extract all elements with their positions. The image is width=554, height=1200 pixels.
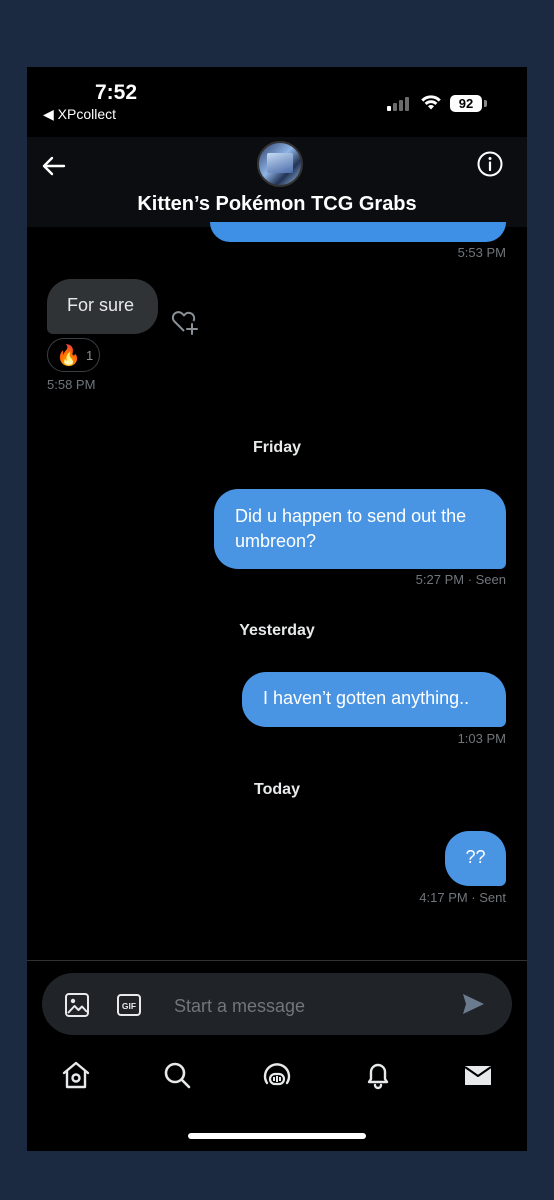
- clock: 7:52: [95, 81, 138, 104]
- message-timestamp: 1:03 PM: [457, 731, 506, 746]
- reaction-count: 1: [86, 348, 94, 363]
- search-icon[interactable]: [161, 1059, 193, 1091]
- bottom-navigation: [27, 1055, 527, 1099]
- add-reaction-heart-icon[interactable]: [170, 308, 200, 336]
- conversation-header: Kitten’s Pokémon TCG Grabs: [27, 137, 527, 227]
- home-icon[interactable]: [60, 1059, 92, 1091]
- message-text: ??: [465, 847, 486, 867]
- battery-tip: [484, 100, 487, 107]
- message-text: I haven’t gotten anything..: [263, 688, 470, 708]
- status-bar: 7:52 ◀ XPcollect 92: [27, 67, 527, 137]
- message-text: For sure: [67, 295, 135, 315]
- cellular-signal-icon: [387, 97, 411, 111]
- battery-indicator: 92: [450, 95, 482, 112]
- message-text-line: umbreon?: [235, 531, 317, 551]
- day-separator: Yesterday: [239, 622, 315, 639]
- sent-message-bubble[interactable]: Did u happen to send out the umbreon?: [214, 489, 506, 569]
- conversation-title[interactable]: Kitten’s Pokémon TCG Grabs: [27, 193, 527, 216]
- gif-label: GIF: [122, 1001, 136, 1011]
- message-text-line: Did u happen to send out the: [235, 506, 467, 526]
- day-separator: Friday: [252, 439, 301, 456]
- send-icon[interactable]: [460, 991, 486, 1017]
- reaction-badge[interactable]: 🔥 1: [47, 338, 100, 372]
- gif-icon[interactable]: GIF: [116, 992, 142, 1018]
- message-input[interactable]: [172, 991, 446, 1021]
- composer-divider: [27, 960, 527, 961]
- day-separator: Today: [254, 781, 300, 798]
- sent-message-bubble[interactable]: I haven’t gotten anything..: [242, 672, 506, 727]
- message-timestamp: 5:27 PM · Seen: [415, 572, 506, 587]
- fire-emoji-icon: 🔥: [56, 345, 81, 367]
- bell-icon[interactable]: [362, 1059, 394, 1091]
- message-timestamp: 5:58 PM: [47, 377, 96, 392]
- sent-message-bubble[interactable]: ??: [445, 831, 506, 886]
- group-avatar[interactable]: [257, 141, 303, 187]
- back-to-app-link[interactable]: ◀ XPcollect: [43, 106, 116, 123]
- received-message-bubble[interactable]: For sure: [47, 279, 158, 334]
- image-icon[interactable]: [64, 992, 90, 1018]
- spaces-icon[interactable]: [261, 1059, 293, 1091]
- message-timestamp: 5:53 PM: [457, 245, 506, 260]
- message-composer: GIF: [42, 973, 512, 1035]
- phone-screen: 7:52 ◀ XPcollect 92 Kitten’s Pokémon TCG…: [27, 67, 527, 1151]
- arrow-left-icon[interactable]: [39, 151, 69, 181]
- wifi-icon: [421, 95, 441, 110]
- mail-icon[interactable]: [462, 1059, 494, 1091]
- info-circle-icon[interactable]: [476, 150, 504, 178]
- avatar-card-image: [267, 153, 293, 173]
- sent-message-bubble[interactable]: [210, 222, 506, 242]
- home-indicator[interactable]: [188, 1133, 366, 1139]
- message-timestamp: 4:17 PM · Sent: [419, 890, 506, 905]
